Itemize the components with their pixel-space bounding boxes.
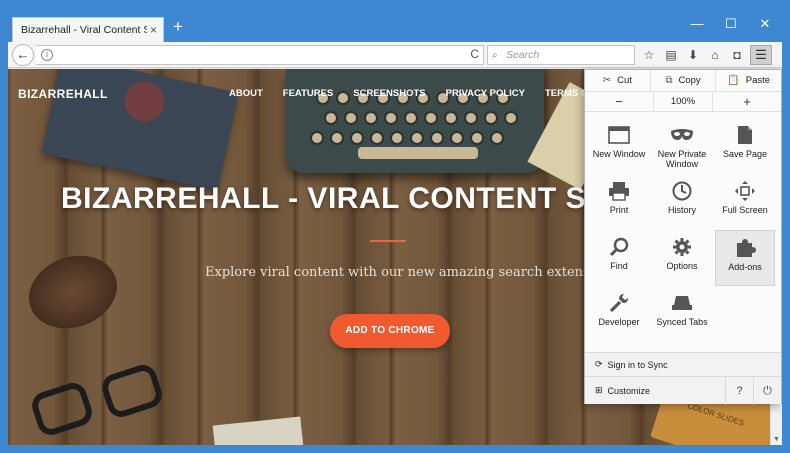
scissors-icon: ✂	[602, 75, 612, 86]
site-logo[interactable]: BIZARREHALL	[18, 87, 108, 101]
downloads-icon[interactable]: ⬇	[682, 45, 704, 65]
save-page-icon	[732, 124, 758, 146]
save-page-button[interactable]: Save Page	[715, 118, 775, 174]
options-gear-icon	[669, 236, 695, 258]
cut-button[interactable]: ✂ Cut	[585, 70, 651, 91]
tab-bizarrehall[interactable]: Bizarrehall - Viral Content Search ×	[12, 17, 164, 42]
add-ons-label: Add-ons	[728, 262, 762, 272]
find-button[interactable]: Find	[589, 230, 649, 286]
customize-label: Customize	[607, 385, 651, 396]
help-icon[interactable]: ?	[725, 376, 753, 405]
minimize-button[interactable]: —	[680, 12, 714, 38]
sync-icon: ⟳	[595, 359, 603, 369]
copy-button[interactable]: ⧉ Copy	[651, 70, 717, 91]
cut-label: Cut	[617, 75, 632, 86]
add-to-chrome-button[interactable]: ADD TO CHROME	[330, 314, 450, 348]
hero-divider	[370, 240, 406, 242]
zoom-level[interactable]: 100%	[653, 92, 713, 111]
close-tab-icon[interactable]: ×	[150, 23, 157, 37]
site-nav-about[interactable]: ABOUT	[229, 88, 263, 99]
zoom-controls: − 100% +	[585, 92, 781, 112]
card-image	[212, 416, 304, 445]
maximize-button[interactable]: ☐	[714, 12, 748, 38]
glasses-image	[28, 361, 170, 439]
menu-grid: New Window New Private Window Save Page …	[589, 118, 779, 342]
sign-in-to-sync-button[interactable]: ⟳ Sign in to Sync	[585, 352, 781, 376]
site-nav-features[interactable]: FEATURES	[283, 88, 334, 99]
search-icon: ⌕	[492, 50, 498, 61]
url-bar[interactable]: i C	[36, 45, 484, 65]
save-page-label: Save Page	[722, 149, 768, 159]
edit-controls: ✂ Cut ⧉ Copy 📋 Paste	[585, 70, 781, 92]
paste-label: Paste	[745, 75, 771, 86]
pocket-icon[interactable]: ◘	[726, 45, 748, 65]
history-label: History	[667, 205, 696, 215]
home-icon[interactable]: ⌂	[704, 45, 726, 65]
add-ons-button[interactable]: Add-ons	[715, 230, 775, 286]
addons-puzzle-icon	[732, 237, 758, 259]
search-input[interactable]: ⌕ Search	[487, 45, 635, 65]
reload-icon[interactable]: C	[470, 47, 479, 61]
box-label: COLOR SLIDES	[686, 401, 746, 428]
copy-icon: ⧉	[665, 75, 673, 86]
clipboard-icon: 📋	[727, 75, 740, 86]
new-private-window-label: New Private Window	[657, 149, 707, 169]
quit-power-icon[interactable]: ⏻	[753, 376, 781, 405]
site-nav-privacy-policy[interactable]: PRIVACY POLICY	[446, 88, 525, 99]
find-magnifier-icon	[606, 236, 632, 258]
full-screen-label: Full Screen	[722, 205, 768, 215]
pinecone-image	[18, 243, 128, 341]
new-tab-button[interactable]: +	[169, 18, 187, 36]
hamburger-menu-panel: ✂ Cut ⧉ Copy 📋 Paste − 100% + New Window	[584, 69, 782, 405]
options-button[interactable]: Options	[652, 230, 712, 286]
new-window-icon	[606, 124, 632, 146]
scroll-down-icon[interactable]: ▼	[773, 436, 780, 443]
find-label: Find	[610, 261, 628, 271]
hamburger-menu-button[interactable]: ☰	[750, 45, 772, 65]
back-button[interactable]: ←	[12, 44, 34, 66]
new-private-window-button[interactable]: New Private Window	[652, 118, 712, 174]
print-label: Print	[609, 205, 629, 215]
hero-subtitle: Explore viral content with our new amazi…	[205, 265, 615, 280]
typewriter-image	[286, 69, 544, 173]
menu-footer: ⊞ Customize ? ⏻	[585, 376, 781, 405]
customize-button[interactable]: ⊞ Customize	[585, 377, 725, 405]
customize-icon: ⊞	[595, 385, 603, 395]
copy-label: Copy	[678, 75, 701, 86]
reading-list-icon[interactable]: ▤	[660, 45, 682, 65]
zoom-out-button[interactable]: −	[585, 92, 653, 111]
site-nav-screenshots[interactable]: SCREENSHOTS	[353, 88, 425, 99]
synced-tabs-button[interactable]: Synced Tabs	[652, 286, 712, 342]
search-placeholder: Search	[506, 49, 540, 61]
print-icon	[606, 180, 632, 202]
developer-button[interactable]: Developer	[589, 286, 649, 342]
toolbar-icons: ☆ ▤ ⬇ ⌂ ◘ ☰	[638, 45, 772, 65]
browser-window: Bizarrehall - Viral Content Search × + —…	[8, 12, 782, 445]
full-screen-icon	[732, 180, 758, 202]
full-screen-button[interactable]: Full Screen	[715, 174, 775, 230]
options-label: Options	[666, 261, 698, 271]
private-mask-icon	[669, 124, 695, 146]
zoom-in-button[interactable]: +	[713, 92, 781, 111]
history-button[interactable]: History	[652, 174, 712, 230]
synced-tabs-icon	[669, 292, 695, 314]
print-button[interactable]: Print	[589, 174, 649, 230]
tab-title: Bizarrehall - Viral Content Search	[21, 24, 147, 36]
developer-label: Developer	[598, 317, 640, 327]
bookmark-star-icon[interactable]: ☆	[638, 45, 660, 65]
new-window-button[interactable]: New Window	[589, 118, 649, 174]
close-window-button[interactable]: ✕	[748, 12, 782, 38]
navigation-bar: ← i C ⌕ Search ☆ ▤ ⬇ ⌂ ◘ ☰	[8, 42, 782, 68]
site-nav: ABOUT FEATURES SCREENSHOTS PRIVACY POLIC…	[229, 88, 638, 99]
synced-tabs-label: Synced Tabs	[656, 317, 708, 327]
developer-wrench-icon	[606, 292, 632, 314]
paste-button[interactable]: 📋 Paste	[716, 70, 781, 91]
site-info-icon[interactable]: i	[41, 49, 53, 61]
sign-in-to-sync-label: Sign in to Sync	[607, 359, 668, 370]
window-controls: — ☐ ✕	[680, 12, 782, 38]
tab-strip: Bizarrehall - Viral Content Search × + —…	[8, 12, 782, 42]
new-window-label: New Window	[592, 149, 646, 159]
history-clock-icon	[669, 180, 695, 202]
